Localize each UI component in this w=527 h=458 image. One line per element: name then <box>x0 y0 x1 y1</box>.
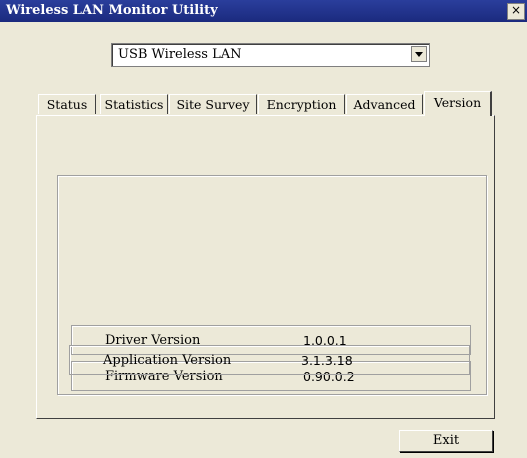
close-icon[interactable]: × <box>507 3 525 20</box>
application-version-row: Application Version 3.1.3.18 <box>69 345 470 375</box>
title-bar: Wireless LAN Monitor Utility × <box>0 0 527 22</box>
exit-button[interactable]: Exit <box>399 430 493 452</box>
application-version-label: Application Version <box>103 353 232 368</box>
tab-advanced[interactable]: Advanced <box>346 94 423 114</box>
application-version-value: 3.1.3.18 <box>301 353 353 368</box>
tab-status[interactable]: Status <box>38 94 96 114</box>
window-title: Wireless LAN Monitor Utility <box>6 3 218 18</box>
adapter-select[interactable]: USB Wireless LAN <box>111 43 430 67</box>
chevron-down-icon[interactable] <box>411 46 427 62</box>
adapter-select-value: USB Wireless LAN <box>118 47 242 62</box>
tab-version[interactable]: Version <box>424 91 492 116</box>
tab-site-survey[interactable]: Site Survey <box>169 94 257 114</box>
tab-statistics[interactable]: Statistics <box>100 94 168 114</box>
tab-encryption[interactable]: Encryption <box>258 94 345 114</box>
